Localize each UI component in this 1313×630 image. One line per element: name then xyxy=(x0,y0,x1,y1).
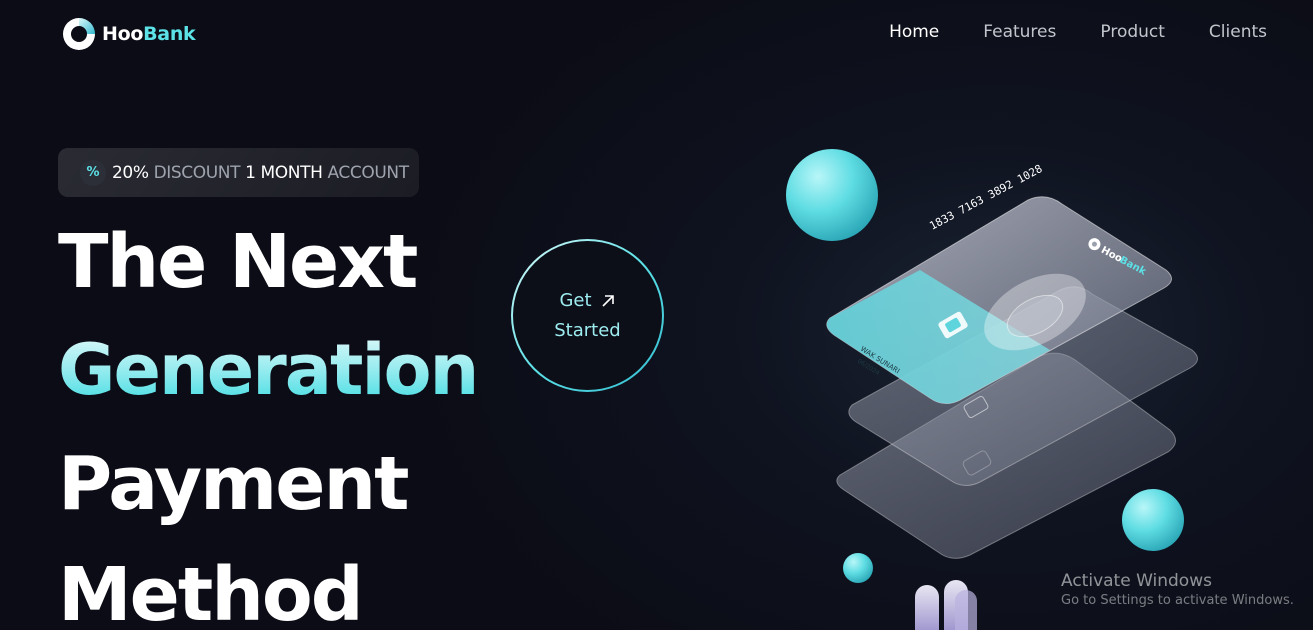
brand-name-part2: Bank xyxy=(143,23,196,45)
discount-account-word: ACCOUNT xyxy=(327,162,410,183)
get-started-row: Get xyxy=(559,286,615,316)
discount-text: 20% DISCOUNT 1 MONTH ACCOUNT xyxy=(112,163,409,183)
hero-heading-line-4: Method xyxy=(58,552,364,630)
get-started-label-1: Get xyxy=(559,289,592,311)
brand-name: HooBank xyxy=(102,23,196,45)
robot-hand xyxy=(915,580,977,630)
discount-icon: % xyxy=(80,159,106,186)
windows-activation-watermark: Activate Windows Go to Settings to activ… xyxy=(1061,571,1294,608)
brand-name-part1: Hoo xyxy=(102,23,144,45)
get-started-button[interactable]: Get Started xyxy=(511,239,664,392)
nav-item-features[interactable]: Features xyxy=(983,22,1056,42)
nav-item-product[interactable]: Product xyxy=(1100,22,1165,42)
arrow-up-right-icon xyxy=(601,294,614,307)
orb-right xyxy=(1122,489,1184,551)
page: HooBank Home Features Product Clients % … xyxy=(0,0,1313,630)
nav-item-home[interactable]: Home xyxy=(889,22,939,42)
discount-duration: 1 MONTH xyxy=(245,162,323,183)
hero-heading-line-1: The Next xyxy=(58,219,418,305)
get-started-inner: Get Started xyxy=(513,241,662,390)
nav-item-clients[interactable]: Clients xyxy=(1209,22,1267,42)
watermark-subtitle: Go to Settings to activate Windows. xyxy=(1061,593,1294,608)
watermark-title: Activate Windows xyxy=(1061,571,1212,591)
hoobank-logo-icon xyxy=(63,18,95,50)
cards-illustration: 1833 7163 3892 1028 WAK SUNARI 06/2024 H… xyxy=(786,149,1198,630)
logo[interactable]: HooBank xyxy=(60,15,196,53)
orb-small xyxy=(843,553,873,583)
discount-word: DISCOUNT xyxy=(153,162,241,183)
discount-percent: 20% xyxy=(112,162,149,183)
hero-heading-line-3: Payment xyxy=(58,441,409,527)
discount-badge: % 20% DISCOUNT 1 MONTH ACCOUNT xyxy=(58,148,419,197)
main-nav: Home Features Product Clients xyxy=(845,22,1267,42)
get-started-label-2: Started xyxy=(554,319,621,341)
orb-large xyxy=(786,149,878,241)
hero-heading-line-2: Generation xyxy=(58,329,479,411)
